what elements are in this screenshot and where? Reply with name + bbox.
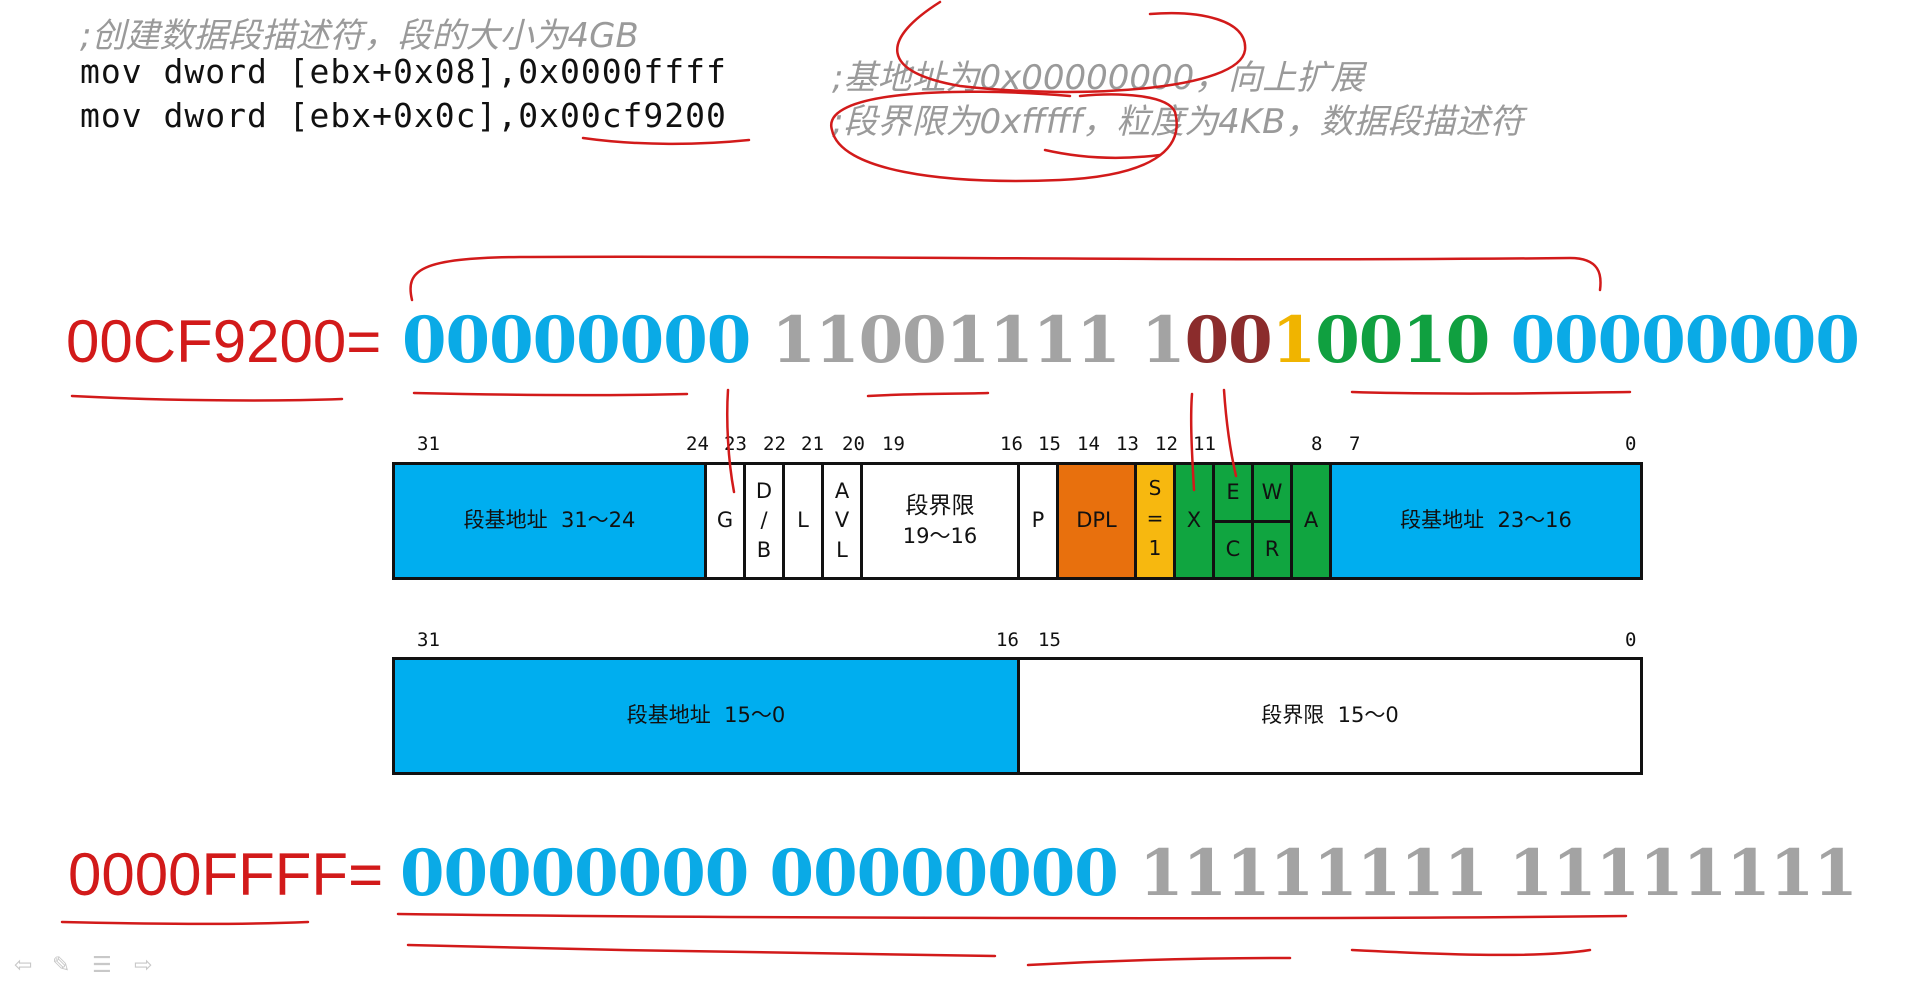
next-slide-icon[interactable]: ⇨ <box>134 953 152 978</box>
prev-slide-icon[interactable]: ⇦ <box>14 953 32 978</box>
underline-low-byte0 <box>1350 948 1592 957</box>
underline-cf9200 <box>581 136 751 146</box>
underline-high-byte2-low <box>866 391 990 398</box>
brace-high-dword <box>409 255 1602 302</box>
circle-annotation-top <box>896 0 1247 94</box>
underline-low-dword <box>396 912 1628 920</box>
underline-high-byte3 <box>412 391 689 397</box>
pointer-g-bit <box>726 388 736 494</box>
underline-low-byte1 <box>1026 956 1292 967</box>
pen-icon[interactable]: ✎ <box>52 953 70 978</box>
pointer-x-bit <box>1189 392 1196 492</box>
underline-low-byte3 <box>406 943 997 958</box>
underline-00cf9200-label <box>70 394 344 402</box>
circle-annotation-limit <box>830 90 1178 183</box>
underline-0000ffff-label <box>60 920 310 926</box>
red-ink-annotations <box>60 0 1632 967</box>
underline-high-byte0 <box>1350 390 1632 395</box>
menu-icon[interactable]: ☰ <box>92 953 112 978</box>
pointer-e-bit <box>1222 388 1238 478</box>
underline-limit-value <box>1043 148 1162 159</box>
